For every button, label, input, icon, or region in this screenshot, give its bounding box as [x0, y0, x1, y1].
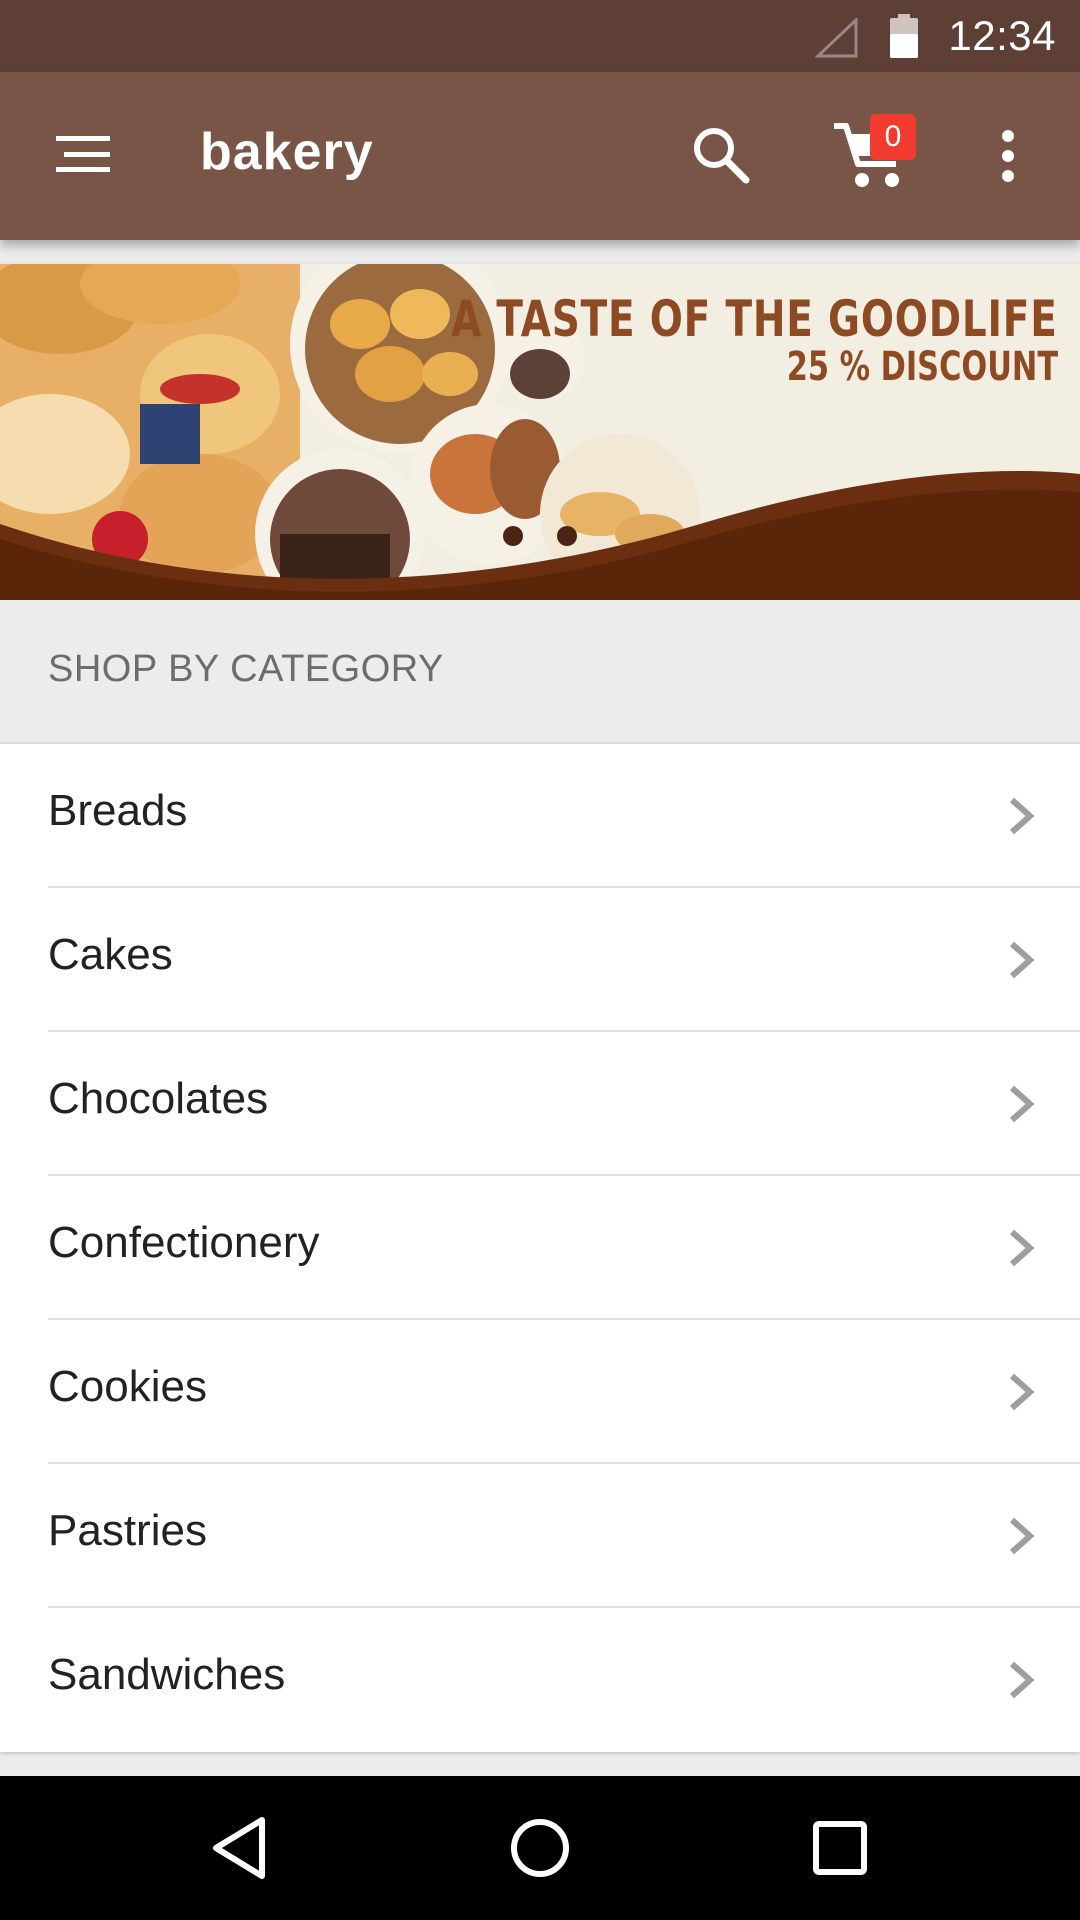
- back-icon[interactable]: [204, 1812, 276, 1884]
- category-label: Confectionery: [48, 1218, 320, 1267]
- recents-icon[interactable]: [804, 1812, 876, 1884]
- chevron-right-icon: [1010, 1661, 1035, 1699]
- category-label: Pastries: [48, 1506, 207, 1555]
- cell-signal-icon: [814, 18, 858, 58]
- app-title: bakery: [200, 123, 374, 181]
- category-item-breads[interactable]: Breads: [0, 744, 1080, 888]
- promo-banner[interactable]: A TASTE OF THE GOODLIFE 25 % DISCOUNT: [0, 264, 1080, 600]
- chevron-right-icon: [1010, 1085, 1035, 1123]
- chevron-right-icon: [1010, 941, 1035, 979]
- category-list: Breads Cakes Chocolates Confectionery Co…: [0, 742, 1080, 1752]
- status-bar: 12:34: [0, 0, 1080, 72]
- category-item-sandwiches[interactable]: Sandwiches: [0, 1608, 1080, 1752]
- battery-icon: [890, 14, 918, 58]
- category-item-cakes[interactable]: Cakes: [0, 888, 1080, 1032]
- category-label: Cakes: [48, 930, 173, 979]
- banner-headline: A TASTE OF THE GOODLIFE: [451, 290, 1058, 348]
- chevron-right-icon: [1010, 1229, 1035, 1267]
- system-nav-bar: [0, 1776, 1080, 1920]
- clock: 12:34: [948, 12, 1056, 59]
- banner-discount: 25 % DISCOUNT: [786, 344, 1058, 390]
- category-label: Sandwiches: [48, 1650, 286, 1699]
- chevron-right-icon: [1010, 1517, 1035, 1555]
- search-icon[interactable]: [690, 124, 752, 186]
- cart-count-badge: 0: [870, 114, 916, 160]
- category-item-cookies[interactable]: Cookies: [0, 1320, 1080, 1464]
- category-label: Chocolates: [48, 1074, 269, 1123]
- section-header: SHOP BY CATEGORY: [0, 600, 1080, 742]
- category-item-pastries[interactable]: Pastries: [0, 1464, 1080, 1608]
- category-item-confectionery[interactable]: Confectionery: [0, 1176, 1080, 1320]
- home-icon[interactable]: [504, 1812, 576, 1884]
- category-label: Cookies: [48, 1362, 207, 1411]
- overflow-menu-icon[interactable]: [990, 128, 1026, 184]
- menu-icon[interactable]: [56, 134, 110, 174]
- app-bar: bakery 0: [0, 72, 1080, 240]
- category-label: Breads: [48, 786, 188, 835]
- category-item-chocolates[interactable]: Chocolates: [0, 1032, 1080, 1176]
- chevron-right-icon: [1010, 797, 1035, 835]
- section-title: SHOP BY CATEGORY: [48, 648, 444, 690]
- chevron-right-icon: [1010, 1373, 1035, 1411]
